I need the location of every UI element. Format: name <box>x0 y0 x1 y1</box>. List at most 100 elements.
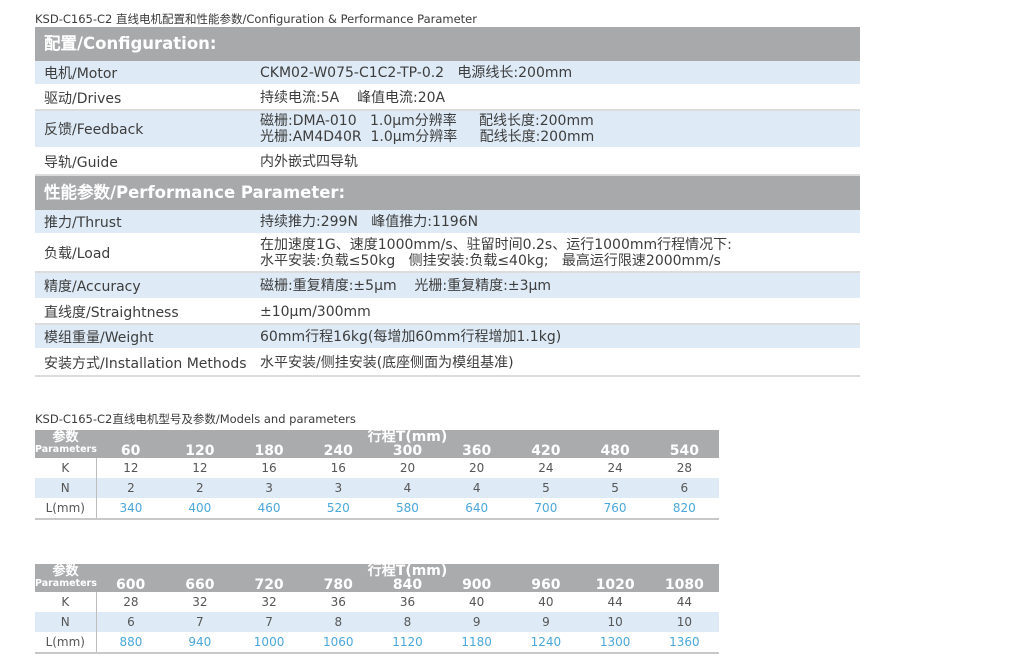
table-cell: 820 <box>649 498 719 520</box>
row-label: L(mm) <box>35 632 97 654</box>
parameters-header-zh: 参数 <box>52 564 79 579</box>
param-row: 驱动/Drives 持续电流:5A 峰值电流:20A <box>35 86 860 111</box>
configuration-section-header: 配置/Configuration: <box>35 27 860 61</box>
table-row: N 6 7 7 8 8 9 9 10 10 <box>35 612 719 632</box>
table-cell: 2 <box>96 478 166 498</box>
table-cell: 2 <box>165 478 235 498</box>
stroke-value: 660 <box>165 578 235 592</box>
param-label: 推力/Thrust <box>44 214 122 231</box>
param-label: 驱动/Drives <box>44 90 122 107</box>
param-value-line: CKM02-W075-C1C2-TP-0.2 电源线长:200mm <box>260 64 573 81</box>
table-row: N223344556 <box>35 478 719 498</box>
param-label: 直线度/Straightness <box>44 304 179 321</box>
table-cell: 1120 <box>372 632 443 654</box>
param-row: 安装方式/Installation Methods 水平安装/侧挂安装(底座侧面为… <box>35 350 860 377</box>
param-row: 精度/Accuracy 磁栅:重复精度:±5μm 光栅:重复精度:±3μm <box>35 273 860 300</box>
param-label: 负载/Load <box>44 246 111 262</box>
param-value: 60mm行程16kg(每增加60mm行程增加1.1kg) <box>260 325 860 348</box>
row-label: N <box>35 478 97 498</box>
table-cell: 12 <box>123 461 139 475</box>
param-value-line: 水平安装:负载≤50kg 侧挂安装:负载≤40kg; 最高运行限速2000mm/… <box>260 253 721 269</box>
parameters-header-en: Parameters <box>35 444 97 455</box>
table-cell: 24 <box>607 461 623 475</box>
table-cell: 5 <box>580 478 650 498</box>
stroke-value: 900 <box>442 578 512 592</box>
table-cell: 6 <box>649 478 719 498</box>
param-value: CKM02-W075-C1C2-TP-0.2 电源线长:200mm <box>260 61 860 84</box>
param-value: 内外嵌式四导轨 <box>260 149 860 174</box>
table-cell: 44 <box>607 595 623 609</box>
table-cell: 24 <box>538 461 554 475</box>
table-cell: 12 <box>192 461 208 475</box>
table-cell: 3 <box>234 478 304 498</box>
param-label: 模组重量/Weight <box>44 329 154 346</box>
table-cell: 7 <box>234 612 304 632</box>
stroke-value: 180 <box>234 444 304 458</box>
table-cell: 1180 <box>442 632 512 654</box>
param-row: 负载/Load 在加速度1G、速度1000mm/s、驻留时间0.2s、运行1000… <box>35 235 860 273</box>
parameters-header-en: Parameters <box>35 578 97 589</box>
stroke-value: 840 <box>372 578 443 592</box>
configuration-rows: 电机/Motor CKM02-W075-C1C2-TP-0.2 电源线长:200m… <box>35 61 860 176</box>
table-cell: 8 <box>303 612 373 632</box>
param-value: 持续电流:5A 峰值电流:20A <box>260 86 860 109</box>
table-cell: 16 <box>261 461 277 475</box>
table-cell: 1360 <box>649 632 719 654</box>
param-label: 精度/Accuracy <box>44 278 141 295</box>
parameters-header: 参数 Parameters <box>35 564 97 592</box>
row-label: N <box>35 612 97 632</box>
param-value: 磁栅:重复精度:±5μm 光栅:重复精度:±3μm <box>260 273 860 298</box>
param-label: 电机/Motor <box>44 65 118 82</box>
stroke-value: 300 <box>372 444 443 458</box>
param-value-line: 持续推力:299N 峰值推力:1196N <box>260 213 479 230</box>
stroke-value: 780 <box>303 578 373 592</box>
param-value-line: 内外嵌式四导轨 <box>260 153 358 170</box>
table-cell: 1300 <box>580 632 650 654</box>
table-cell: 580 <box>372 498 443 520</box>
param-row: 电机/Motor CKM02-W075-C1C2-TP-0.2 电源线长:200m… <box>35 61 860 86</box>
stroke-value: 1020 <box>580 578 650 592</box>
stroke-value: 600 <box>96 578 166 592</box>
param-value-line: 磁栅:重复精度:±5μm 光栅:重复精度:±3μm <box>260 277 552 294</box>
table-cell: 640 <box>442 498 512 520</box>
param-value: ±10μm/300mm <box>260 300 860 323</box>
table-cell: 460 <box>234 498 304 520</box>
param-row: 模组重量/Weight 60mm行程16kg(每增加60mm行程增加1.1kg) <box>35 325 860 350</box>
table-cell: 940 <box>165 632 235 654</box>
table-cell: 880 <box>96 632 166 654</box>
stroke-value: 720 <box>234 578 304 592</box>
models-table-1: 参数 Parameters 行程T(mm) 60 120 180 240 300 360 420 4… <box>35 430 719 520</box>
table-row: K 12 12 16 16 20 20 24 24 28 <box>35 458 719 478</box>
table-cell: 520 <box>303 498 373 520</box>
table-cell: 32 <box>261 595 277 609</box>
stroke-value: 360 <box>442 444 512 458</box>
param-value-line: 磁栅:DMA-010 1.0μm分辨率 配线长度:200mm <box>260 113 594 129</box>
table-cell: 1240 <box>511 632 581 654</box>
param-row: 推力/Thrust 持续推力:299N 峰值推力:1196N <box>35 210 860 235</box>
param-label: 安装方式/Installation Methods <box>44 355 247 372</box>
param-label: 反馈/Feedback <box>44 122 144 138</box>
param-row: 导轨/Guide 内外嵌式四导轨 <box>35 149 860 176</box>
table-row: L(mm) 880 940 1000 1060 1120 1180 1240 1300 1360 <box>35 632 719 654</box>
table-cell: 8 <box>372 612 443 632</box>
param-value-line: 水平安装/侧挂安装(底座侧面为模组基准) <box>260 354 514 371</box>
table-cell: 10 <box>649 612 719 632</box>
param-value-line: 在加速度1G、速度1000mm/s、驻留时间0.2s、运行1000mm行程情况下… <box>260 237 732 253</box>
configuration-table: 配置/Configuration: 电机/Motor CKM02-W075-C1C… <box>35 27 860 377</box>
config-caption: KSD-C165-C2 直线电机配置和性能参数/Configuration & … <box>35 12 477 26</box>
stroke-value: 1080 <box>649 578 719 592</box>
table-cell: 16 <box>330 461 346 475</box>
stroke-header: 行程T(mm) <box>96 430 719 444</box>
stroke-value: 420 <box>511 444 581 458</box>
table-cell: 20 <box>469 461 485 475</box>
table-cell: 4 <box>442 478 512 498</box>
param-value: 磁栅:DMA-010 1.0μm分辨率 配线长度:200mm 光栅:AM4D40R… <box>260 111 860 147</box>
table-cell: 44 <box>676 595 692 609</box>
table-cell: 28 <box>676 461 692 475</box>
param-value-line: 光栅:AM4D40R 1.0μm分辨率 配线长度:200mm <box>260 129 595 145</box>
table-cell: 36 <box>330 595 346 609</box>
table-cell: 340 <box>96 498 166 520</box>
table-cell: 36 <box>399 595 416 609</box>
stroke-value: 540 <box>649 444 719 458</box>
table-cell: 32 <box>192 595 208 609</box>
